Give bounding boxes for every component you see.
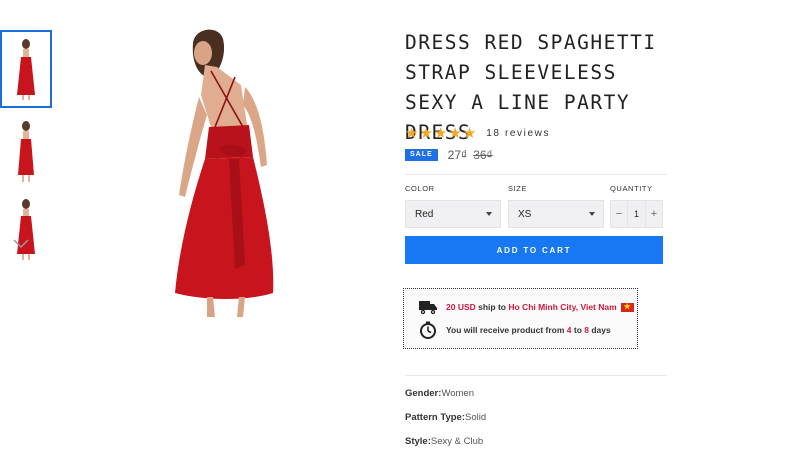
add-to-cart-button[interactable]: ADD TO CART	[405, 236, 663, 264]
product-main-image[interactable]	[155, 25, 295, 320]
rating-stars: ★ ★ ★ ★ ★	[405, 126, 477, 141]
spec-value: Sexy & Club	[430, 436, 484, 447]
chevron-down-icon[interactable]	[12, 236, 30, 250]
size-select-value: XS	[518, 208, 532, 220]
sale-price: 27₫	[447, 148, 468, 162]
divider	[405, 375, 667, 376]
star-icon: ★	[462, 124, 477, 142]
quantity-plus-button[interactable]: +	[646, 208, 662, 220]
shipping-price: 20 USD	[446, 302, 476, 312]
spec-style: Style:Sexy & Club	[405, 436, 483, 447]
vietnam-flag-icon	[620, 301, 634, 312]
stopwatch-icon	[420, 321, 436, 339]
days-text: days	[588, 325, 611, 335]
dress-thumbnail-image	[17, 199, 35, 260]
thumbnail-2[interactable]	[0, 112, 52, 190]
receive-prefix: You will receive product from	[446, 325, 567, 335]
thumbnail-1[interactable]	[0, 30, 52, 108]
quantity-minus-button[interactable]: −	[611, 208, 627, 220]
spec-label: Gender:	[405, 388, 442, 399]
size-label: SIZE	[508, 184, 528, 193]
star-icon: ★	[419, 124, 433, 142]
quantity-label: QUANTITY	[610, 184, 653, 193]
spec-gender: Gender:Women	[405, 388, 474, 399]
color-select-value: Red	[415, 208, 434, 220]
shipping-cost-line: 20 USD ship to Ho Chi Minh City, Viet Na…	[418, 298, 634, 316]
reviews-count[interactable]: 18 reviews	[486, 128, 550, 139]
caret-down-icon	[486, 212, 492, 216]
quantity-stepper: − 1 +	[610, 200, 663, 228]
thumbnail-3[interactable]	[0, 190, 52, 268]
to-text: to	[571, 325, 585, 335]
spec-label: Style:	[405, 436, 431, 447]
truck-icon	[419, 301, 437, 315]
color-label: COLOR	[405, 184, 435, 193]
shipping-to-text: ship to	[475, 302, 509, 312]
quantity-input[interactable]: 1	[627, 201, 646, 227]
dress-thumbnail-image	[17, 39, 35, 100]
shipping-destination: Ho Chi Minh City, Viet Nam	[508, 302, 617, 312]
spec-pattern-type: Pattern Type:Solid	[405, 412, 486, 423]
sale-badge: SALE	[405, 149, 438, 161]
shipping-info-box: 20 USD ship to Ho Chi Minh City, Viet Na…	[403, 288, 638, 349]
price-row: SALE 27₫ 36₫	[405, 148, 493, 162]
star-icon: ★	[405, 124, 419, 142]
dress-thumbnail-image	[18, 121, 34, 182]
rating-row[interactable]: ★ ★ ★ ★ ★ 18 reviews	[405, 126, 550, 141]
star-icon: ★	[433, 124, 448, 142]
color-select[interactable]: Red	[405, 200, 501, 228]
size-select[interactable]: XS	[508, 200, 604, 228]
spec-value: Women	[441, 388, 474, 399]
compare-price: 36₫	[473, 148, 493, 162]
star-icon: ★	[448, 124, 462, 142]
divider	[405, 174, 667, 175]
spec-value: Solid	[465, 412, 487, 423]
delivery-time-line: You will receive product from 4 to 8 day…	[418, 321, 611, 339]
caret-down-icon	[589, 212, 595, 216]
spec-label: Pattern Type:	[405, 412, 466, 423]
